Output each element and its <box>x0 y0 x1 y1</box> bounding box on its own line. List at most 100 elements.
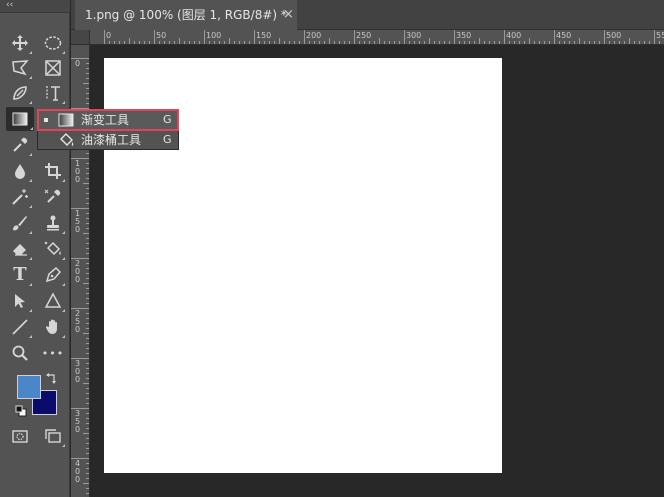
magic-wand-tool[interactable] <box>7 185 33 209</box>
color-sampler-icon <box>44 189 61 203</box>
ruler-minor-tick <box>639 41 640 44</box>
ellipse-marquee-tool[interactable] <box>40 31 66 55</box>
ruler-minor-tick <box>364 41 365 44</box>
ruler-minor-tick <box>86 328 89 329</box>
foreground-color-swatch[interactable] <box>17 375 41 399</box>
blur-tool[interactable] <box>7 159 33 183</box>
ruler-tick-label: 1 5 0 <box>75 209 81 234</box>
ruler-minor-tick <box>86 213 89 214</box>
ruler-major-tick <box>71 258 89 259</box>
ruler-minor-tick <box>209 41 210 44</box>
ruler-minor-tick <box>86 253 89 254</box>
more-tools-button[interactable]: ••• <box>40 341 66 365</box>
ruler-minor-tick <box>469 41 470 44</box>
ruler-minor-tick <box>86 223 89 224</box>
gradient-tool[interactable] <box>6 107 34 131</box>
ruler-minor-tick <box>589 41 590 44</box>
ruler-minor-tick <box>86 473 89 474</box>
ruler-minor-tick <box>86 418 89 419</box>
type-tool[interactable]: T <box>7 263 33 287</box>
flyout-item-shortcut: G <box>163 113 172 126</box>
ruler-minor-tick <box>319 41 320 44</box>
path-select-tool[interactable] <box>7 289 33 313</box>
ruler-minor-tick <box>86 303 89 304</box>
ruler-minor-tick <box>484 41 485 44</box>
ruler-minor-tick <box>274 41 275 44</box>
ruler-minor-tick <box>279 38 280 44</box>
default-colors-icon[interactable] <box>15 405 27 417</box>
brush-tool[interactable] <box>7 211 33 235</box>
ruler-minor-tick <box>524 41 525 44</box>
zoom-tool[interactable] <box>7 341 33 365</box>
color-sampler-tool[interactable] <box>40 185 66 209</box>
ruler-minor-tick <box>584 41 585 44</box>
flyout-item-gradient-tool[interactable]: 渐变工具 G <box>37 109 179 131</box>
ruler-minor-tick <box>86 268 89 269</box>
ruler-minor-tick <box>529 38 530 44</box>
eraser-tool[interactable] <box>7 237 33 261</box>
move-icon <box>12 35 28 51</box>
document-tab[interactable]: 1.png @ 100% (图层 1, RGB/8#) * × <box>75 0 297 30</box>
ruler-minor-tick <box>234 41 235 44</box>
healing-brush-tool[interactable] <box>7 81 33 105</box>
triangle-shape-icon <box>44 292 62 308</box>
polygon-lasso-tool[interactable] <box>7 56 33 80</box>
tool-flyout-indicator <box>62 179 65 182</box>
ruler-minor-tick <box>124 41 125 44</box>
swap-colors-icon[interactable] <box>46 372 58 384</box>
quick-mask-button[interactable] <box>7 424 33 448</box>
ruler-origin[interactable] <box>71 30 90 45</box>
ruler-minor-tick <box>199 41 200 44</box>
tool-flyout-indicator <box>29 335 32 338</box>
toolbar-collapse-button[interactable]: ‹‹ <box>0 0 70 13</box>
ruler-minor-tick <box>86 188 89 189</box>
paint-bucket-tool[interactable] <box>40 237 66 261</box>
move-tool[interactable] <box>7 31 33 55</box>
ruler-minor-tick <box>564 41 565 44</box>
clone-stamp-tool[interactable] <box>40 211 66 235</box>
ruler-minor-tick <box>299 41 300 44</box>
ruler-minor-tick <box>294 41 295 44</box>
ruler-minor-tick <box>349 41 350 44</box>
paint-bucket-icon <box>60 133 74 146</box>
ruler-tick-label: 2 0 0 <box>75 259 81 284</box>
hand-tool[interactable] <box>40 315 66 339</box>
ruler-minor-tick <box>244 41 245 44</box>
ruler-minor-tick <box>459 41 460 44</box>
ruler-minor-tick <box>609 41 610 44</box>
screen-mode-button[interactable] <box>40 424 66 448</box>
ruler-minor-tick <box>86 243 89 244</box>
ruler-tick-label: 0 <box>106 31 112 40</box>
ruler-minor-tick <box>344 41 345 44</box>
ruler-minor-tick <box>83 183 89 184</box>
eyedropper-tool[interactable] <box>7 133 33 157</box>
ruler-minor-tick <box>189 41 190 44</box>
tool-flyout-indicator <box>29 153 32 156</box>
ruler-tick-label: 50 <box>156 31 167 40</box>
flyout-item-paint-bucket-tool[interactable]: 油漆桶工具 G <box>38 130 178 150</box>
ruler-tick-label: 3 5 0 <box>75 409 81 434</box>
shape-tool[interactable] <box>40 289 66 313</box>
close-icon[interactable]: × <box>283 0 294 30</box>
pen-tool[interactable] <box>40 263 66 287</box>
line-tool[interactable] <box>7 315 33 339</box>
ruler-minor-tick <box>86 273 89 274</box>
frame-tool[interactable] <box>40 56 66 80</box>
ruler-minor-tick <box>86 218 89 219</box>
ruler-minor-tick <box>649 41 650 44</box>
ruler-minor-tick <box>184 41 185 44</box>
ruler-minor-tick <box>83 433 89 434</box>
gradient-icon <box>58 113 74 127</box>
tool-flyout-indicator <box>62 335 65 338</box>
ruler-minor-tick <box>359 41 360 44</box>
crop-tool[interactable] <box>40 159 66 183</box>
ruler-minor-tick <box>83 383 89 384</box>
ruler-minor-tick <box>269 41 270 44</box>
crop-icon <box>45 163 61 179</box>
ruler-minor-tick <box>86 203 89 204</box>
horizontal-ruler[interactable]: 050100150200250300350400450500550600 <box>90 30 664 45</box>
ruler-minor-tick <box>509 41 510 44</box>
ruler-minor-tick <box>399 41 400 44</box>
path-select-icon <box>15 294 25 308</box>
type-mask-tool[interactable] <box>40 81 66 105</box>
